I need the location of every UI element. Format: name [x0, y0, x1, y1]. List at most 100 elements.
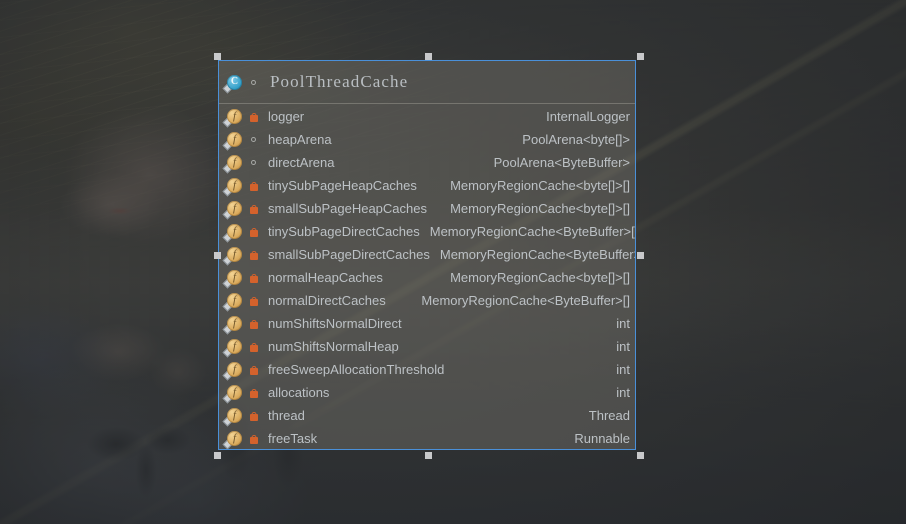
member-name-label: thread — [268, 408, 305, 423]
table-row[interactable]: f tinySubPageHeapCaches MemoryRegionCach… — [219, 174, 635, 197]
field-icon-letter: f — [232, 294, 237, 306]
field-icon: f — [222, 246, 243, 266]
handle-top-left[interactable] — [214, 53, 221, 60]
lock-shackle — [251, 411, 256, 417]
visibility-private-icon — [247, 319, 260, 329]
table-row[interactable]: f freeSweepAllocationThreshold int — [219, 358, 635, 381]
lock-shackle — [251, 319, 256, 325]
field-icon-letter: f — [232, 386, 237, 398]
table-row[interactable]: f smallSubPageHeapCaches MemoryRegionCac… — [219, 197, 635, 220]
member-name-label: freeSweepAllocationThreshold — [268, 362, 445, 377]
member-name-label: logger — [268, 109, 305, 124]
member-type-label: MemoryRegionCache<ByteBuffer>[] — [439, 247, 636, 262]
member-type-label: int — [616, 316, 630, 331]
lock-shackle — [251, 388, 256, 394]
table-row[interactable]: f normalHeapCaches MemoryRegionCache<byt… — [219, 266, 635, 289]
table-row[interactable]: f thread Thread — [219, 404, 635, 427]
table-row[interactable]: f tinySubPageDirectCaches MemoryRegionCa… — [219, 220, 635, 243]
visibility-private-icon — [247, 388, 260, 398]
field-icon: f — [222, 315, 243, 335]
field-icon-letter: f — [232, 432, 237, 444]
member-type-label: MemoryRegionCache<byte[]>[] — [450, 270, 630, 285]
table-row[interactable]: f freeTask Runnable — [219, 427, 635, 449]
table-row[interactable]: f numShiftsNormalHeap int — [219, 335, 635, 358]
lock-shackle — [251, 181, 256, 187]
handle-bottom-center[interactable] — [425, 452, 432, 459]
member-type-label: int — [616, 339, 630, 354]
table-row[interactable]: f allocations int — [219, 381, 635, 404]
lock-shackle — [251, 296, 256, 302]
member-type-label: MemoryRegionCache<byte[]>[] — [450, 201, 630, 216]
field-icon-letter: f — [232, 317, 237, 329]
field-icon: f — [222, 430, 243, 449]
member-type-label: int — [616, 385, 630, 400]
field-icon: f — [222, 384, 243, 404]
field-icon-letter: f — [232, 225, 237, 237]
class-icon-letter: C — [230, 76, 239, 87]
field-icon-letter: f — [232, 179, 237, 191]
field-icon: f — [222, 131, 243, 151]
lock-shackle — [251, 227, 256, 233]
member-type-label: PoolArena<byte[]> — [522, 132, 630, 147]
visibility-private-icon — [247, 112, 260, 122]
handle-middle-right[interactable] — [637, 252, 644, 259]
field-icon-letter: f — [232, 248, 237, 260]
field-icon-letter: f — [232, 409, 237, 421]
class-name-label: PoolThreadCache — [270, 72, 409, 91]
uml-member-list: f logger InternalLogger f heapArena Pool… — [219, 104, 635, 449]
handle-middle-left[interactable] — [214, 252, 221, 259]
visibility-private-icon — [247, 227, 260, 237]
visibility-private-icon — [247, 434, 260, 444]
table-row[interactable]: f logger InternalLogger — [219, 105, 635, 128]
table-row[interactable]: f directArena PoolArena<ByteBuffer> — [219, 151, 635, 174]
member-type-label: int — [616, 362, 630, 377]
field-icon: f — [222, 177, 243, 197]
handle-top-right[interactable] — [637, 53, 644, 60]
visibility-private-icon — [247, 342, 260, 352]
member-type-label: InternalLogger — [546, 109, 630, 124]
field-icon: f — [222, 292, 243, 312]
member-name-label: normalDirectCaches — [268, 293, 386, 308]
uml-class-popup[interactable]: C PoolThreadCache f logger InternalLogge… — [218, 60, 636, 450]
table-row[interactable]: f numShiftsNormalDirect int — [219, 312, 635, 335]
visibility-package-private-icon — [247, 160, 260, 165]
handle-top-center[interactable] — [425, 53, 432, 60]
member-type-label: MemoryRegionCache<ByteBuffer>[] — [421, 293, 630, 308]
visibility-ring — [251, 79, 256, 85]
lock-shackle — [251, 112, 256, 118]
lock-shackle — [251, 250, 256, 256]
field-icon: f — [222, 200, 243, 220]
field-icon: f — [222, 108, 243, 128]
uml-class-header[interactable]: C PoolThreadCache — [219, 61, 635, 104]
table-row[interactable]: f heapArena PoolArena<byte[]> — [219, 128, 635, 151]
field-icon-letter: f — [232, 202, 237, 214]
member-name-label: normalHeapCaches — [268, 270, 383, 285]
member-type-label: Thread — [588, 408, 630, 423]
field-icon-letter: f — [232, 110, 237, 122]
member-name-label: directArena — [268, 155, 335, 170]
field-icon-letter: f — [232, 271, 237, 283]
lock-shackle — [251, 342, 256, 348]
member-type-label: Runnable — [574, 431, 630, 446]
visibility-private-icon — [247, 181, 260, 191]
lock-shackle — [251, 365, 256, 371]
member-type-label: MemoryRegionCache<byte[]>[] — [450, 178, 630, 193]
field-icon: f — [222, 223, 243, 243]
member-name-label: heapArena — [268, 132, 332, 147]
handle-bottom-left[interactable] — [214, 452, 221, 459]
handle-bottom-right[interactable] — [637, 452, 644, 459]
visibility-package-private-icon — [247, 79, 260, 85]
member-name-label: tinySubPageHeapCaches — [268, 178, 417, 193]
member-name-label: tinySubPageDirectCaches — [268, 224, 420, 239]
visibility-ring — [251, 160, 256, 165]
visibility-package-private-icon — [247, 137, 260, 142]
visibility-private-icon — [247, 204, 260, 214]
member-name-label: numShiftsNormalHeap — [268, 339, 399, 354]
class-icon: C — [222, 74, 243, 93]
visibility-private-icon — [247, 250, 260, 260]
table-row[interactable]: f smallSubPageDirectCaches MemoryRegionC… — [219, 243, 635, 266]
member-name-label: allocations — [268, 385, 330, 400]
lock-shackle — [251, 434, 256, 440]
member-type-label: PoolArena<ByteBuffer> — [493, 155, 630, 170]
table-row[interactable]: f normalDirectCaches MemoryRegionCache<B… — [219, 289, 635, 312]
